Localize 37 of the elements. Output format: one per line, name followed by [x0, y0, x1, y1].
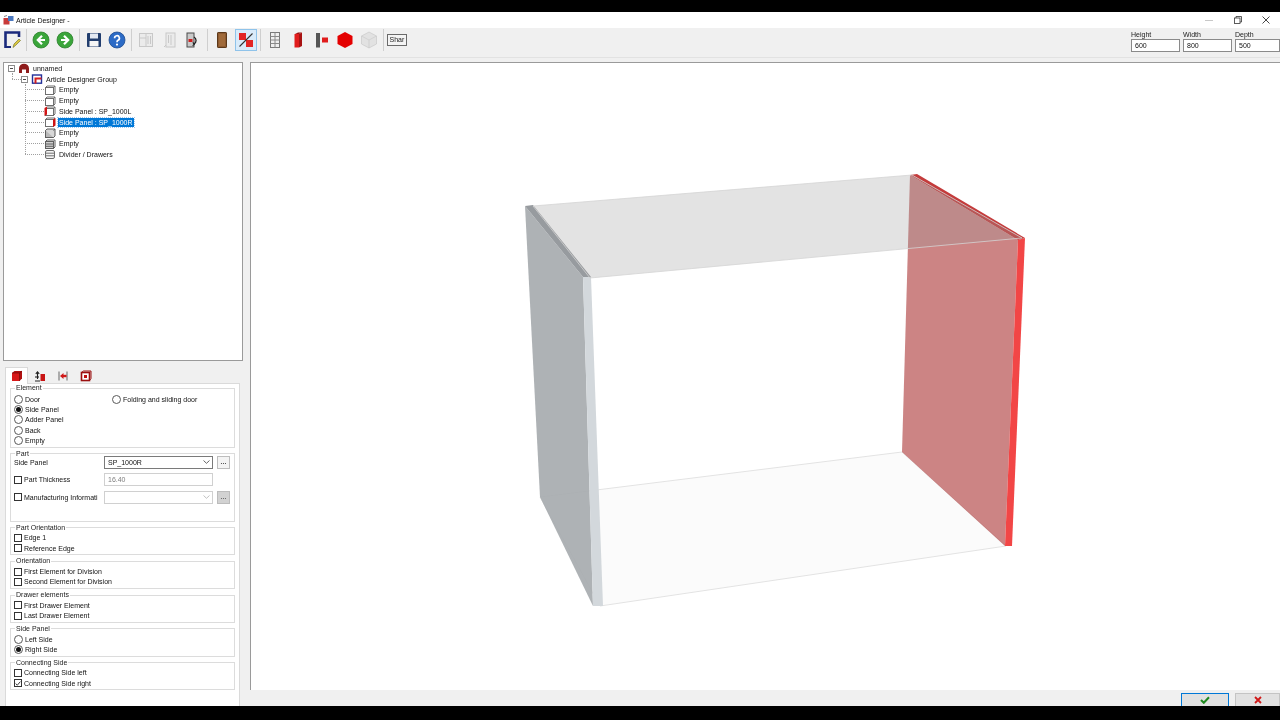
- frame-icon: [79, 369, 92, 382]
- ok-button[interactable]: [1181, 693, 1229, 706]
- align-icon: [56, 369, 69, 382]
- squares-diagonal-icon: [236, 31, 255, 49]
- frame-icon: [31, 74, 43, 85]
- save-icon: [84, 31, 103, 49]
- close-icon: [1262, 16, 1270, 24]
- collapse-icon[interactable]: [21, 75, 28, 83]
- box-outline-icon: [44, 95, 56, 106]
- chevron-down-icon: [203, 460, 210, 465]
- box-outline-icon: [44, 84, 56, 95]
- cancel-button[interactable]: [1235, 693, 1280, 706]
- properties-tab[interactable]: [5, 367, 28, 384]
- restore-icon: [1233, 16, 1242, 24]
- cube-icon: [359, 31, 378, 49]
- app-icon: [3, 15, 14, 25]
- drawer-icon: [44, 149, 56, 160]
- chevron-down-icon: [203, 495, 210, 500]
- toolbar-button[interactable]: [1, 29, 23, 51]
- box-icon: [10, 370, 23, 382]
- panel-left-icon: [44, 106, 56, 117]
- panel-right-icon: [44, 117, 56, 128]
- 3d-viewport[interactable]: [250, 62, 1280, 690]
- close-icon: [1253, 696, 1262, 704]
- minimize-icon: [1204, 19, 1213, 21]
- cube-icon: [336, 31, 354, 49]
- toolbar-button[interactable]: [234, 29, 257, 51]
- box-icon: [44, 127, 56, 138]
- insert-icon: [33, 369, 46, 382]
- check-icon: [1200, 696, 1210, 704]
- cabinet-icon: [137, 31, 155, 49]
- collapse-icon[interactable]: [8, 64, 15, 72]
- toolbar-button[interactable]: [106, 29, 128, 51]
- shelf-icon: [44, 138, 56, 149]
- frame-pencil-icon: [3, 31, 21, 49]
- help-icon: [108, 31, 126, 49]
- arch-icon: [18, 63, 30, 74]
